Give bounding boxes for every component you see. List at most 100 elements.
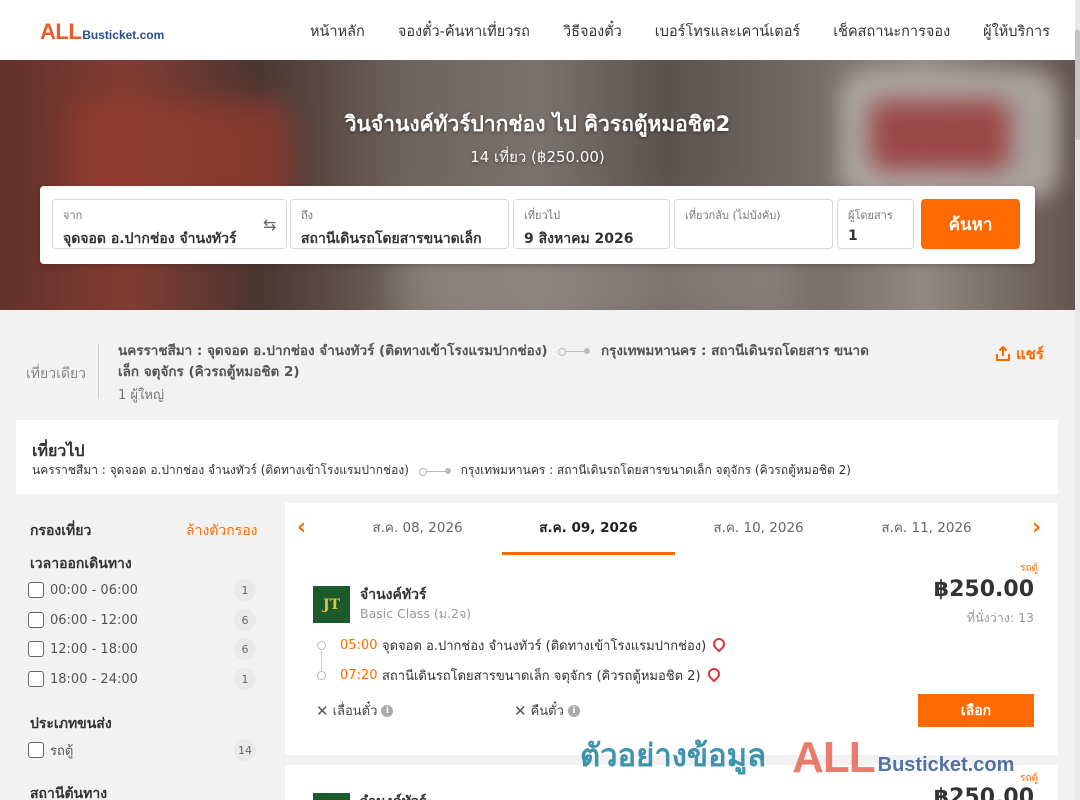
nav-contacts[interactable]: เบอร์โทรและเคาน์เตอร์ xyxy=(655,20,800,43)
to-field[interactable]: ถึง สถานีเดินรถโดยสารขนาดเล็ก xyxy=(290,199,509,249)
info-icon[interactable]: i xyxy=(567,704,580,717)
page-scrollbar[interactable] xyxy=(1075,0,1080,800)
info-icon[interactable]: i xyxy=(381,704,394,717)
filter-count: 6 xyxy=(234,609,256,631)
main-nav: หน้าหลัก จองตั๋ว-ค้นหาเที่ยวรถ วิธีจองตั… xyxy=(310,20,1050,43)
seats-available: ที่นั่งว่าง: 13 xyxy=(966,610,1034,625)
transport-type-title: ประเภทขนส่ง xyxy=(30,716,112,732)
route-arrow-icon xyxy=(558,346,591,356)
scrollbar-thumb[interactable] xyxy=(1075,30,1080,140)
trip-summary: เที่ยวเดียว นครราชสีมา : จุดจอด อ.ปากช่อ… xyxy=(0,310,1075,420)
nav-home[interactable]: หน้าหลัก xyxy=(310,20,365,43)
date-tab-active[interactable]: ส.ค. 09, 2026 xyxy=(502,503,675,555)
return-label: เที่ยวกลับ (ไม่บังคับ) xyxy=(685,209,781,222)
vehicle-type-badge: รถตู้ xyxy=(1020,773,1038,784)
nav-operators[interactable]: ผู้ให้บริการ xyxy=(983,20,1050,43)
nav-how-to-book[interactable]: วิธีจองตั๋ว xyxy=(563,20,622,43)
filter-label: 12:00 - 18:00 xyxy=(50,641,138,657)
ticket-price: ฿250.00 xyxy=(933,785,1034,800)
next-date-icon[interactable]: › xyxy=(1032,515,1041,540)
search-form: จาก จุดจอด อ.ปากช่อง จำนงทัวร์ ⇆ ถึง สถา… xyxy=(40,186,1035,264)
depart-label: เที่ยวไป xyxy=(524,209,561,222)
passenger-summary: 1 ผู้ใหญ่ xyxy=(118,388,165,403)
from-field[interactable]: จาก จุดจอด อ.ปากช่อง จำนงทัวร์ xyxy=(52,199,287,249)
filter-label: รถตู้ xyxy=(50,743,74,759)
route-title: วินจำนงค์ทัวร์ปากช่อง ไป คิวรถตู้หมอชิต2 xyxy=(344,112,731,136)
checkbox[interactable] xyxy=(28,582,44,598)
passenger-value: 1 xyxy=(848,228,858,244)
filter-count: 14 xyxy=(234,739,256,761)
hero-overlay xyxy=(0,60,1075,310)
arrival-time: 07:20 xyxy=(340,667,378,683)
filter-time-2[interactable]: 12:00 - 18:00 6 xyxy=(28,637,256,661)
filter-label: 18:00 - 24:00 xyxy=(50,671,138,687)
nav-booking[interactable]: จองตั๋ว-ค้นหาเที่ยวรถ xyxy=(398,20,530,43)
cross-icon: ✕ xyxy=(316,701,329,720)
checkbox[interactable] xyxy=(28,612,44,628)
checkbox[interactable] xyxy=(28,742,44,758)
date-tab[interactable]: ส.ค. 11, 2026 xyxy=(840,503,1013,555)
filter-count: 1 xyxy=(234,668,256,690)
swap-icon[interactable]: ⇆ xyxy=(263,215,276,234)
outbound-destination: กรุงเทพมหานคร : สถานีเดินรถโดยสารขนาดเล็… xyxy=(460,463,851,477)
operator-logo: JT xyxy=(313,586,350,623)
filter-count: 1 xyxy=(234,579,256,601)
passenger-label: ผู้โดยสาร xyxy=(848,209,893,222)
stop-dot-icon xyxy=(317,671,326,680)
filter-type-van[interactable]: รถตู้ 14 xyxy=(28,738,256,762)
map-pin-icon[interactable] xyxy=(705,665,723,683)
date-tab[interactable]: ส.ค. 10, 2026 xyxy=(672,503,845,555)
departure-stop: 05:00 จุดจอด อ.ปากช่อง จำนงทัวร์ (ติดทาง… xyxy=(340,635,728,655)
reschedule-label: เลื่อนตั๋ว xyxy=(332,704,378,719)
reschedule-policy[interactable]: ✕ เลื่อนตั๋ว i xyxy=(316,700,394,721)
select-trip-button[interactable]: เลือก xyxy=(918,694,1034,727)
logo-domain-text: Busticket.com xyxy=(82,28,165,42)
filter-sidebar: กรองเที่ยว ล้างตัวกรอง เวลาออกเดินทาง 00… xyxy=(16,505,276,800)
filter-time-3[interactable]: 18:00 - 24:00 1 xyxy=(28,667,256,691)
site-header: ALL Busticket.com หน้าหลัก จองตั๋ว-ค้นหา… xyxy=(0,0,1075,60)
filter-label: 00:00 - 06:00 xyxy=(50,582,138,598)
filter-time-0[interactable]: 00:00 - 06:00 1 xyxy=(28,578,256,602)
trip-origin: นครราชสีมา : จุดจอด อ.ปากช่อง จำนงทัวร์ … xyxy=(118,343,548,359)
from-value: จุดจอด อ.ปากช่อง จำนงทัวร์ xyxy=(63,231,237,247)
departure-stop-name: จุดจอด อ.ปากช่อง จำนงทัวร์ (ติดทางเข้าโร… xyxy=(382,638,707,654)
filters-title: กรองเที่ยว xyxy=(30,523,92,539)
departure-time: 05:00 xyxy=(340,637,378,653)
arrival-stop-name: สถานีเดินรถโดยสารขนาดเล็ก จตุจักร (คิวรถ… xyxy=(382,668,701,684)
return-date-field[interactable]: เที่ยวกลับ (ไม่บังคับ) xyxy=(674,199,833,249)
route-subtitle: 14 เที่ยว (฿250.00) xyxy=(470,148,605,166)
logo-all-text: ALL xyxy=(40,19,82,44)
prev-date-icon[interactable]: ‹ xyxy=(297,515,306,540)
filter-time-1[interactable]: 06:00 - 12:00 6 xyxy=(28,608,256,632)
arrival-stop: 07:20 สถานีเดินรถโดยสารขนาดเล็ก จตุจักร … xyxy=(340,665,723,685)
filter-count: 6 xyxy=(234,638,256,660)
refund-policy[interactable]: ✕ คืนตั๋ว i xyxy=(514,700,580,721)
search-button[interactable]: ค้นหา xyxy=(921,199,1020,249)
to-value: สถานีเดินรถโดยสารขนาดเล็ก xyxy=(301,231,482,247)
clear-filters-link[interactable]: ล้างตัวกรอง xyxy=(186,520,257,542)
depart-date-field[interactable]: เที่ยวไป 9 สิงหาคม 2026 xyxy=(513,199,670,249)
hero-banner: วินจำนงค์ทัวร์ปากช่อง ไป คิวรถตู้หมอชิต2… xyxy=(0,60,1075,310)
map-pin-icon[interactable] xyxy=(710,635,728,653)
date-selector: ‹ ส.ค. 08, 2026 ส.ค. 09, 2026 ส.ค. 10, 2… xyxy=(285,503,1058,555)
trip-result-card: รถตู้ JT จำนงค์ทัวร์ Basic Class (ม.2จ) … xyxy=(285,555,1058,755)
operator-name: จำนงค์ทัวร์ xyxy=(360,791,426,800)
trip-result-card: รถตู้ JT จำนงค์ทัวร์ ฿250.00 xyxy=(285,765,1058,800)
trip-route: นครราชสีมา : จุดจอด อ.ปากช่อง จำนงทัวร์ … xyxy=(118,341,878,383)
filter-label: 06:00 - 12:00 xyxy=(50,612,138,628)
cross-icon: ✕ xyxy=(514,701,527,720)
passenger-field[interactable]: ผู้โดยสาร 1 xyxy=(837,199,914,249)
site-logo[interactable]: ALL Busticket.com xyxy=(40,19,164,45)
outbound-origin: นครราชสีมา : จุดจอด อ.ปากช่อง จำนงทัวร์ … xyxy=(32,463,409,477)
share-button[interactable]: แชร์ xyxy=(995,342,1044,366)
nav-check-booking[interactable]: เช็คสถานะการจอง xyxy=(833,20,950,43)
to-label: ถึง xyxy=(301,209,314,222)
vehicle-type-badge: รถตู้ xyxy=(1020,563,1038,574)
route-line xyxy=(321,651,322,671)
divider xyxy=(98,344,99,399)
date-tab[interactable]: ส.ค. 08, 2026 xyxy=(331,503,504,555)
checkbox[interactable] xyxy=(28,671,44,687)
checkbox[interactable] xyxy=(28,641,44,657)
stop-dot-icon xyxy=(317,641,326,650)
departure-time-title: เวลาออกเดินทาง xyxy=(30,556,132,572)
